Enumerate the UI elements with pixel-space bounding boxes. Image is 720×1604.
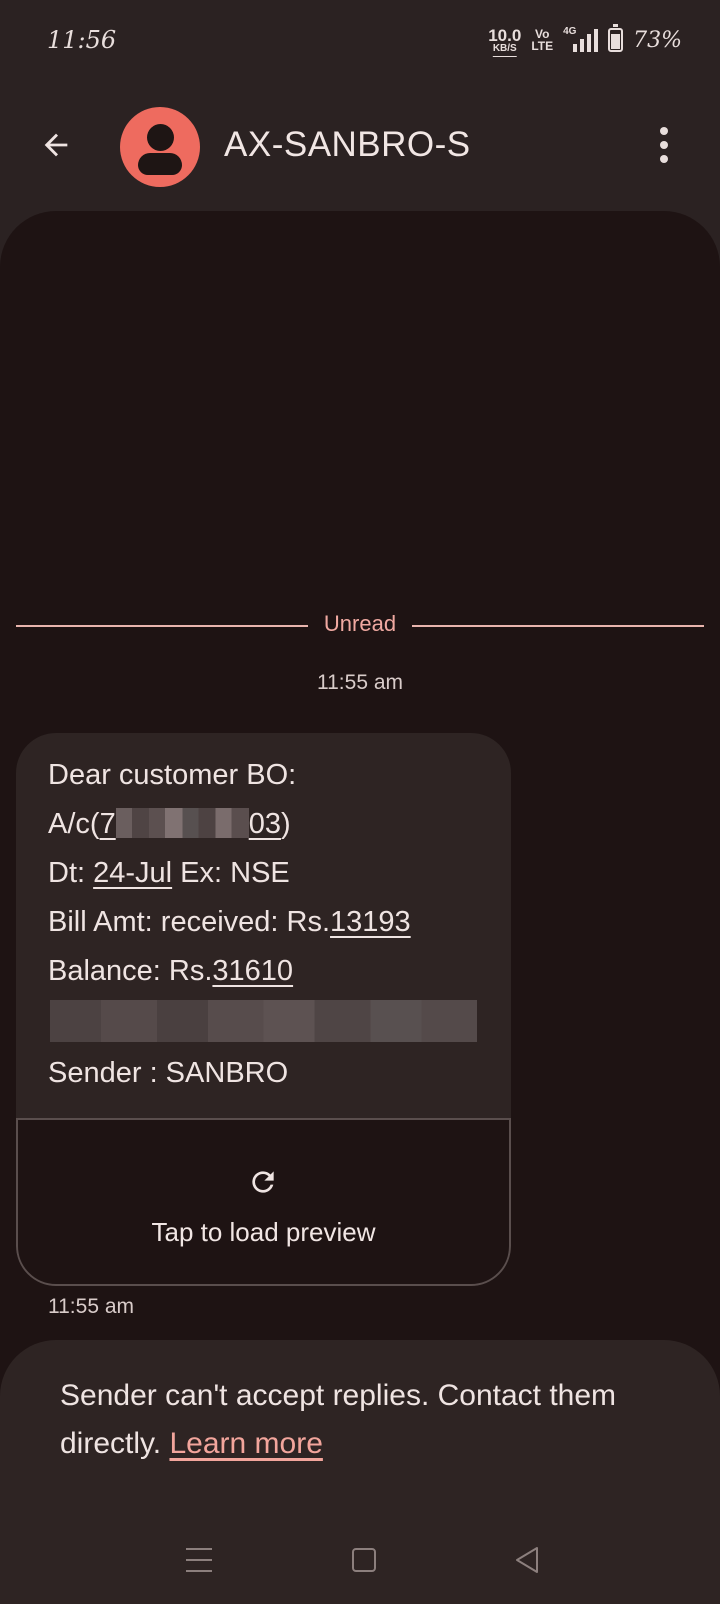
- avatar[interactable]: [120, 107, 200, 187]
- net-speed: 10.0 KB/S: [488, 27, 521, 54]
- home-icon[interactable]: [352, 1548, 376, 1572]
- volte-bottom: LTE: [531, 39, 554, 53]
- message-line-date: Dt: 24-Jul Ex: NSE: [48, 857, 290, 889]
- refresh-icon: [252, 1171, 274, 1193]
- redacted-block: [50, 1000, 477, 1042]
- message-line-sender: Sender : SANBRO: [48, 1057, 289, 1089]
- message-text: Dear customer BO: A/c(7 03) Dt: 24-Jul Ex…: [48, 751, 477, 1098]
- unread-label: Unread: [323, 611, 397, 636]
- back-button[interactable]: [32, 121, 80, 169]
- message-line-account: A/c(7 03): [48, 808, 291, 840]
- message-line-greeting: Dear customer BO:: [48, 759, 297, 791]
- battery-percent: 73%: [633, 27, 682, 53]
- person-icon: [147, 124, 174, 151]
- volte-icon: Vo LTE: [531, 28, 553, 52]
- status-icons: 10.0 KB/S Vo LTE 4G 73%: [488, 24, 682, 56]
- date-link[interactable]: 24-Jul: [93, 857, 172, 889]
- account-number-link[interactable]: 7 03: [100, 808, 281, 840]
- divider-line-left: [16, 625, 308, 627]
- network-type: 4G: [563, 26, 577, 37]
- load-preview-button[interactable]: Tap to load preview: [16, 1118, 511, 1286]
- message-line-redacted: [48, 1000, 477, 1049]
- message-line-balance: Balance: Rs.31610: [48, 955, 294, 987]
- status-bar: 11:56 10.0 KB/S Vo LTE 4G 73%: [0, 0, 720, 80]
- message-timestamp-top: 11:55 am: [317, 671, 403, 694]
- message-bubble[interactable]: Dear customer BO: A/c(7 03) Dt: 24-Jul Ex…: [16, 733, 511, 1286]
- unread-divider: Unread: [16, 611, 704, 641]
- app-bar: AX-SANBRO-S: [0, 95, 720, 195]
- more-options-button[interactable]: [640, 121, 688, 169]
- recent-apps-icon[interactable]: [186, 1548, 212, 1572]
- battery-icon: [608, 24, 624, 52]
- nav-back-icon[interactable]: [514, 1546, 540, 1574]
- navigation-bar: [0, 1530, 720, 1590]
- net-speed-value: 10.0: [488, 25, 522, 45]
- more-vert-icon: [660, 127, 668, 135]
- balance-link[interactable]: 31610: [212, 955, 293, 987]
- divider-line-right: [412, 625, 704, 627]
- status-time: 11:56: [47, 26, 117, 54]
- reply-notice-text: Sender can't accept replies. Contact the…: [60, 1379, 617, 1460]
- learn-more-link[interactable]: Learn more: [169, 1427, 322, 1460]
- load-preview-label: Tap to load preview: [151, 1217, 376, 1247]
- contact-name[interactable]: AX-SANBRO-S: [224, 125, 471, 165]
- arrow-left-icon: [44, 133, 68, 157]
- signal-icon: 4G: [563, 26, 599, 52]
- message-timestamp-bottom: 11:55 am: [48, 1295, 134, 1318]
- bill-amount-link[interactable]: 13193: [330, 906, 411, 938]
- redacted-block: [115, 808, 249, 838]
- net-speed-unit: KB/S: [492, 42, 517, 54]
- message-line-bill: Bill Amt: received: Rs.13193: [48, 906, 411, 938]
